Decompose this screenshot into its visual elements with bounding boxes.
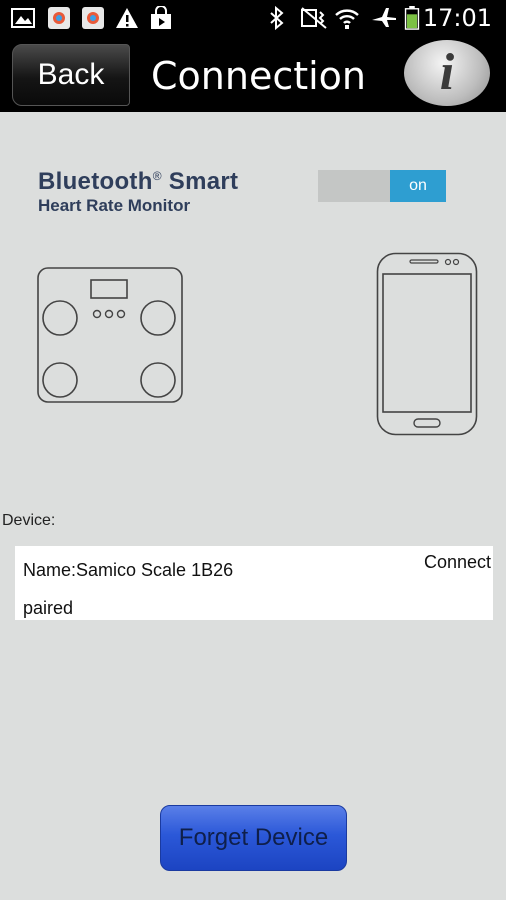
bluetooth-smart-logo: Bluetooth® Smart Heart Rate Monitor bbox=[38, 168, 238, 216]
forget-device-button[interactable]: Forget Device bbox=[160, 805, 347, 871]
app-header: Back Connection i bbox=[0, 36, 506, 112]
info-button[interactable]: i bbox=[404, 40, 490, 106]
battery-icon bbox=[404, 6, 420, 30]
clock: 17:01 bbox=[422, 4, 492, 32]
device-name: Name:Samico Scale 1B26 bbox=[23, 560, 234, 580]
phone-icon bbox=[376, 252, 478, 436]
device-section-label: Device: bbox=[2, 512, 56, 529]
shopping-bag-icon bbox=[151, 6, 171, 29]
app-icon bbox=[48, 7, 70, 29]
scale-icon bbox=[37, 267, 183, 403]
wifi-icon bbox=[335, 9, 359, 29]
device-list-item[interactable]: Name:Samico Scale 1B26 paired Connect bbox=[15, 546, 493, 620]
status-bar: 17:01 bbox=[0, 0, 506, 36]
app-icon bbox=[82, 7, 104, 29]
bluetooth-smart-title: Bluetooth® Smart bbox=[38, 168, 239, 195]
bluetooth-toggle[interactable]: on bbox=[318, 170, 446, 202]
toggle-knob: on bbox=[390, 170, 446, 202]
airplane-icon bbox=[372, 8, 396, 27]
back-button[interactable]: Back bbox=[12, 44, 130, 106]
device-status: paired bbox=[23, 598, 74, 618]
page-title: Connection bbox=[151, 54, 367, 98]
warning-icon bbox=[116, 8, 138, 28]
info-icon: i bbox=[439, 44, 455, 101]
bluetooth-icon bbox=[270, 6, 284, 30]
image-icon bbox=[11, 8, 35, 28]
bluetooth-subtitle: Heart Rate Monitor bbox=[38, 196, 191, 215]
connect-button[interactable]: Connect bbox=[424, 552, 491, 573]
vibrate-icon bbox=[301, 7, 327, 29]
